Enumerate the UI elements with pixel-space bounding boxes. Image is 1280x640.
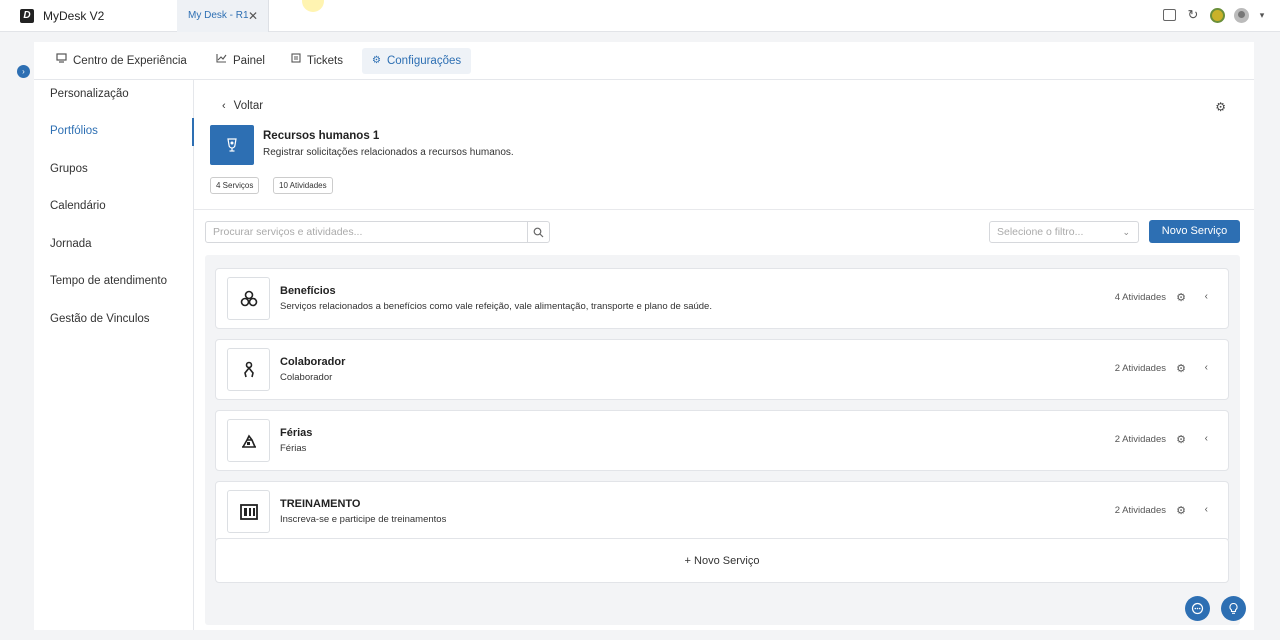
chevron-left-icon: ‹	[222, 100, 226, 112]
gear-icon[interactable]: ⚙	[1176, 433, 1186, 446]
tips-button[interactable]	[1221, 596, 1246, 621]
top-toolbar: ↻ ▾	[1163, 7, 1266, 23]
top-nav: Centro de Experiência Painel Tickets ⚙ C…	[34, 42, 1254, 80]
sidebar-item-personalizacao[interactable]: Personalização	[50, 88, 129, 100]
gear-icon: ⚙	[372, 55, 381, 66]
tab-tickets[interactable]: Tickets	[281, 48, 353, 74]
nav-label: Centro de Experiência	[73, 55, 187, 67]
service-activity-count: 2 Atividades	[1114, 434, 1166, 445]
service-description: Serviços relacionados a benefícios como …	[280, 301, 712, 312]
content-area: ‹ Voltar ⚙ Recursos humanos 1 Registrar s…	[194, 80, 1254, 630]
chat-button[interactable]	[1185, 596, 1210, 621]
avatar[interactable]	[1234, 7, 1249, 23]
monitor-icon	[56, 48, 67, 74]
portfolio-settings-gear-icon[interactable]: ⚙	[1215, 100, 1226, 114]
service-card-colaborador[interactable]: Colaborador Colaborador 2 Atividades ⚙ ‹	[215, 339, 1229, 400]
chevron-left-icon[interactable]: ‹	[1205, 291, 1208, 302]
tab-configuracoes[interactable]: ⚙ Configurações	[362, 48, 472, 74]
search-input[interactable]	[206, 222, 528, 242]
filter-placeholder: Selecione o filtro...	[997, 226, 1084, 238]
service-description: Colaborador	[280, 372, 333, 383]
service-activity-count: 2 Atividades	[1114, 363, 1166, 374]
service-description: Férias	[280, 443, 307, 454]
service-title: Benefícios	[280, 285, 336, 297]
portfolio-description: Registrar solicitações relacionados a re…	[263, 147, 514, 158]
sidebar-item-grupos[interactable]: Grupos	[50, 163, 88, 175]
tab-label: My Desk - R1	[188, 10, 249, 21]
divider	[194, 209, 1254, 210]
search-box	[205, 221, 550, 243]
service-card-treinamento[interactable]: TREINAMENTO Inscreva-se e participe de t…	[215, 481, 1229, 542]
service-card-ferias[interactable]: Férias Férias 2 Atividades ⚙ ‹	[215, 410, 1229, 471]
calendar-icon[interactable]	[1163, 9, 1176, 21]
sidebar: Personalização Portfólios Grupos Calendá…	[34, 80, 194, 630]
nav-label: Configurações	[386, 55, 462, 67]
service-description: Inscreva-se e participe de treinamentos	[280, 514, 447, 525]
filter-select[interactable]: Selecione o filtro... ⌄	[989, 221, 1139, 243]
service-activity-count: 4 Atividades	[1114, 292, 1166, 303]
search-button[interactable]	[527, 222, 549, 242]
expand-sidebar-button[interactable]: ›	[17, 65, 30, 78]
service-card-beneficios[interactable]: Benefícios Serviços relacionados a benef…	[215, 268, 1229, 329]
chart-icon	[216, 48, 227, 74]
hr-icon	[227, 138, 237, 152]
tab-centro-experiencia[interactable]: Centro de Experiência	[46, 48, 197, 74]
chevron-left-icon[interactable]: ‹	[1205, 504, 1208, 515]
lightbulb-icon	[1229, 602, 1238, 614]
gear-icon[interactable]: ⚙	[1176, 362, 1186, 375]
close-icon[interactable]: ✕	[248, 0, 258, 32]
nav-label: Painel	[233, 55, 265, 67]
title-bar: D MyDesk V2 My Desk - R1 ✕ ↻ ▾	[0, 0, 1280, 32]
training-icon	[227, 490, 270, 533]
services-list: Benefícios Serviços relacionados a benef…	[205, 255, 1240, 625]
coin-icon[interactable]	[1210, 7, 1225, 23]
add-service-button[interactable]: + Novo Serviço	[215, 538, 1229, 583]
activities-count-badge: 10 Atividades	[273, 177, 333, 194]
nav-label: Tickets	[307, 55, 343, 67]
portfolio-icon	[210, 125, 254, 165]
service-title: Colaborador	[280, 356, 346, 368]
gear-icon[interactable]: ⚙	[1176, 291, 1186, 304]
chevron-down-icon[interactable]: ▾	[1258, 7, 1266, 23]
sidebar-item-portfolios[interactable]: Portfólios	[50, 125, 98, 137]
app-name: MyDesk V2	[43, 9, 105, 23]
main-panel: Centro de Experiência Painel Tickets ⚙ C…	[34, 42, 1254, 630]
chevron-down-icon: ⌄	[1122, 227, 1130, 237]
back-label: Voltar	[233, 100, 264, 112]
chat-icon	[1191, 602, 1204, 615]
person-icon	[227, 348, 270, 391]
new-service-button[interactable]: Novo Serviço	[1149, 220, 1240, 243]
gear-icon[interactable]: ⚙	[1176, 504, 1186, 517]
chevron-left-icon[interactable]: ‹	[1205, 362, 1208, 373]
app-logo-icon: D	[20, 9, 34, 23]
service-title: Férias	[280, 427, 313, 439]
chevron-left-icon[interactable]: ‹	[1205, 433, 1208, 444]
refresh-icon[interactable]: ↻	[1185, 7, 1201, 23]
tab-painel[interactable]: Painel	[206, 48, 275, 74]
back-button[interactable]: ‹ Voltar	[222, 100, 263, 112]
portfolio-title: Recursos humanos 1	[263, 130, 380, 142]
search-icon	[533, 227, 544, 237]
service-title: TREINAMENTO	[280, 498, 361, 510]
sidebar-item-calendario[interactable]: Calendário	[50, 200, 106, 212]
sidebar-item-gestao-vinculos[interactable]: Gestão de Vinculos	[50, 313, 150, 325]
vacation-icon	[227, 419, 270, 462]
tab-mydesk[interactable]: My Desk - R1 ✕	[177, 0, 269, 32]
service-activity-count: 2 Atividades	[1114, 505, 1166, 516]
benefits-icon	[227, 277, 270, 320]
ticket-icon	[291, 48, 301, 74]
sidebar-item-tempo-atendimento[interactable]: Tempo de atendimento	[50, 275, 167, 287]
services-count-badge: 4 Serviços	[210, 177, 260, 194]
sidebar-item-jornada[interactable]: Jornada	[50, 238, 92, 250]
